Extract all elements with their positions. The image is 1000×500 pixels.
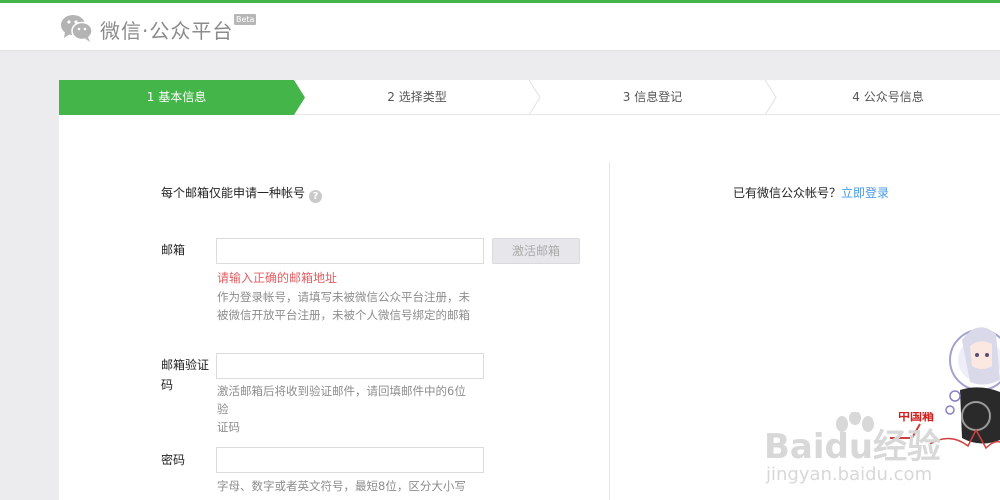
step-3-info-register: 3 信息登记 xyxy=(622,90,683,104)
beta-badge: Beta xyxy=(234,14,257,25)
verification-code-label-line-1: 邮箱验证 xyxy=(161,358,210,372)
header: 微信·公众平台 Beta xyxy=(0,3,1000,51)
activate-email-button[interactable]: 激活邮箱 xyxy=(492,238,580,264)
column-divider xyxy=(609,162,610,500)
email-hint: 作为登录帐号，请填写未被微信公众平台注册，未 被微信开放平台注册，未被个人微信号… xyxy=(217,288,473,324)
email-input[interactable] xyxy=(216,238,484,264)
form-intro: 每个邮箱仅能申请一种帐号? xyxy=(161,184,323,203)
password-input[interactable] xyxy=(216,447,484,473)
existing-account-text: 已有微信公众帐号？ xyxy=(733,186,842,200)
baidu-url-text: jingyan.baidu.com xyxy=(765,464,932,485)
verification-code-input[interactable] xyxy=(216,353,484,379)
verification-code-hint-line-2: 证码 xyxy=(217,420,240,434)
verification-code-label-line-2: 码 xyxy=(161,378,174,392)
step-progress: 1 基本信息 2 选择类型 3 信息登记 4 公众号信息 xyxy=(59,80,1000,115)
step-4-account-info: 4 公众号信息 xyxy=(852,90,924,104)
red-stamp-text: 中国箱 xyxy=(898,412,934,423)
password-hint: 字母、数字或者英文符号，最短8位，区分大小写 xyxy=(217,479,466,493)
verification-code-hint-line-1: 激活邮箱后将收到验证邮件，请回填邮件中的6位验 xyxy=(217,384,466,416)
baidu-brand-text: Baidu经验 xyxy=(764,427,941,467)
login-now-link[interactable]: 立即登录 xyxy=(841,186,889,200)
form-intro-text: 每个邮箱仅能申请一种帐号 xyxy=(161,186,306,200)
baidu-watermark-graphic: 中国箱 Baidu经验 jingyan.baidu.com xyxy=(764,408,1000,485)
verification-code-hint: 激活邮箱后将收到验证邮件，请回填邮件中的6位验 证码 xyxy=(217,382,473,436)
step-1-basic-info: 1 基本信息 xyxy=(146,90,207,104)
help-icon[interactable]: ? xyxy=(309,190,323,203)
baidu-jingyan-watermark: 中国箱 Baidu经验 jingyan.baidu.com xyxy=(762,408,1000,500)
email-hint-line-2: 被微信开放平台注册，未被个人微信号绑定的邮箱 xyxy=(217,308,470,322)
wechat-logo-icon xyxy=(61,15,93,42)
step-2-select-type: 2 选择类型 xyxy=(387,90,447,104)
email-error-message: 请输入正确的邮箱地址 xyxy=(217,271,338,285)
password-label: 密码 xyxy=(161,453,186,467)
brand-title: 微信·公众平台 xyxy=(100,19,234,43)
existing-account-prompt: 已有微信公众帐号？立即登录 xyxy=(733,184,889,201)
email-label: 邮箱 xyxy=(161,243,186,257)
verification-code-label: 邮箱验证 码 xyxy=(161,355,209,395)
email-hint-line-1: 作为登录帐号，请填写未被微信公众平台注册，未 xyxy=(217,290,470,304)
